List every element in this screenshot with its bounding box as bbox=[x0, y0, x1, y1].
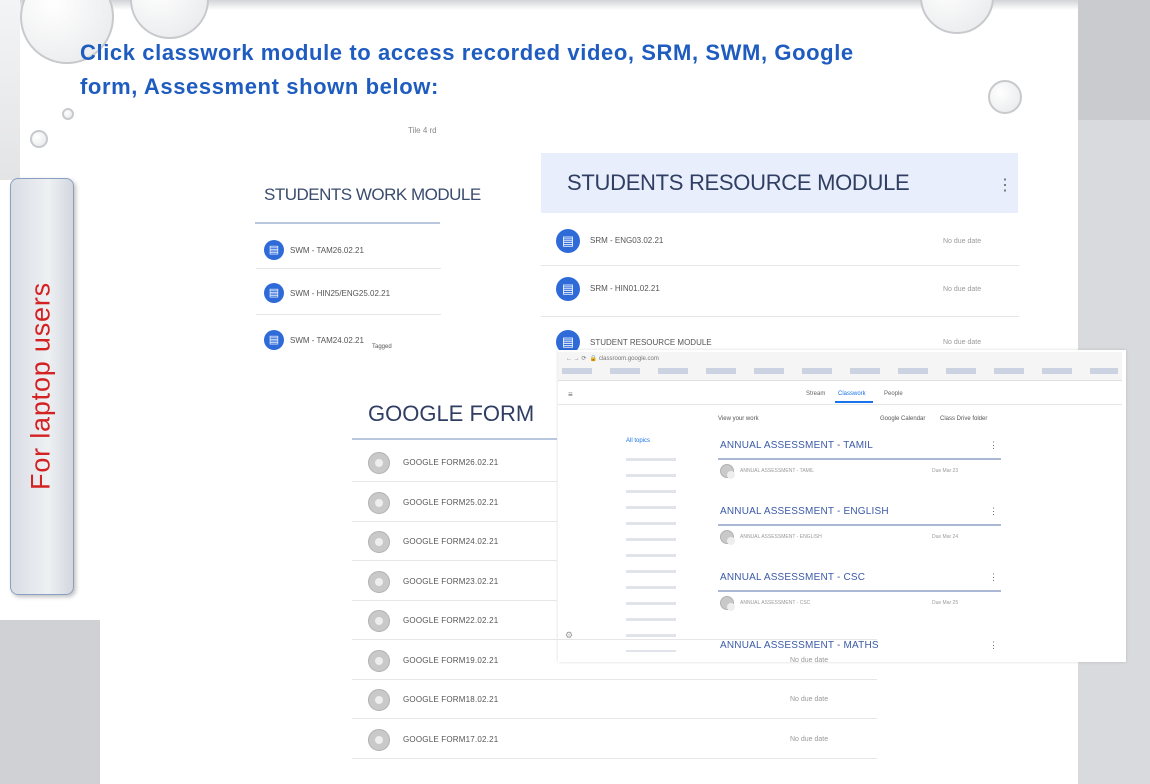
slide-left-bottom-band bbox=[0, 620, 100, 784]
assignment-icon: ▤ bbox=[264, 240, 284, 260]
assessment-due: Due Mar 24 bbox=[932, 534, 959, 540]
tabs-divider bbox=[558, 404, 1122, 405]
row-divider bbox=[352, 481, 557, 482]
assessment-due: Due Mar 25 bbox=[932, 600, 959, 606]
swm-title: STUDENTS WORK MODULE bbox=[264, 185, 481, 204]
assessment-title[interactable]: ANNUAL ASSESSMENT - MATHS bbox=[720, 640, 879, 651]
form-icon bbox=[368, 729, 390, 751]
google-form-item-label: GOOGLE FORM26.02.21 bbox=[403, 458, 499, 467]
more-options-icon[interactable]: ⋮ bbox=[989, 640, 998, 651]
row-divider bbox=[352, 560, 557, 561]
srm-title: STUDENTS RESOURCE MODULE bbox=[567, 170, 910, 195]
row-divider bbox=[541, 265, 1019, 266]
row-divider bbox=[352, 718, 877, 719]
srm-item-meta: No due date bbox=[943, 286, 982, 293]
assignment-icon: ▤ bbox=[556, 277, 580, 301]
address-bar[interactable]: ← → ⟳ 🔒 classroom.google.com bbox=[566, 355, 659, 362]
assessment-item[interactable]: ANNUAL ASSESSMENT - TAMIL bbox=[740, 468, 814, 474]
bookmark-bar bbox=[562, 368, 1118, 374]
assessment-item[interactable]: ANNUAL ASSESSMENT - ENGLISH bbox=[740, 534, 822, 540]
assessment-item[interactable]: ANNUAL ASSESSMENT - CSC bbox=[740, 600, 810, 606]
tab-people[interactable]: People bbox=[884, 391, 903, 397]
tab-classwork[interactable]: Classwork bbox=[838, 391, 866, 397]
assignment-icon: ▤ bbox=[264, 330, 284, 350]
form-icon bbox=[368, 452, 390, 474]
form-icon bbox=[368, 571, 390, 593]
row-divider bbox=[352, 758, 877, 759]
swm-item-label: SWM - TAM24.02.21 bbox=[290, 336, 364, 345]
assignment-icon: ▤ bbox=[264, 283, 284, 303]
tab-stream[interactable]: Stream bbox=[806, 391, 825, 397]
form-icon bbox=[368, 650, 390, 672]
row-divider bbox=[352, 639, 877, 640]
form-icon bbox=[368, 492, 390, 514]
row-divider bbox=[352, 521, 557, 522]
google-form-title: GOOGLE FORM bbox=[368, 401, 535, 426]
view-your-work-link[interactable]: View your work bbox=[718, 416, 759, 422]
assessment-title-underline bbox=[718, 458, 1001, 460]
google-form-item-meta: No due date bbox=[790, 696, 829, 703]
google-calendar-link[interactable]: Google Calendar bbox=[880, 416, 925, 422]
google-form-title-underline bbox=[352, 438, 557, 440]
more-options-icon[interactable]: ⋮ bbox=[989, 506, 998, 517]
row-divider bbox=[541, 316, 1019, 317]
row-divider bbox=[352, 679, 877, 680]
srm-item-label: SRM - ENG03.02.21 bbox=[590, 236, 664, 245]
assignment-icon: ▤ bbox=[556, 229, 580, 253]
droplet-decoration bbox=[30, 130, 48, 148]
google-form-item-label: GOOGLE FORM25.02.21 bbox=[403, 498, 499, 507]
row-divider bbox=[256, 314, 441, 315]
quiz-icon bbox=[720, 596, 735, 611]
assessment-title[interactable]: ANNUAL ASSESSMENT - CSC bbox=[720, 572, 865, 583]
form-icon bbox=[368, 610, 390, 632]
form-icon bbox=[368, 689, 390, 711]
swm-title-underline bbox=[255, 222, 440, 224]
google-form-item-meta: No due date bbox=[790, 657, 829, 664]
google-form-item-label: GOOGLE FORM22.02.21 bbox=[403, 616, 499, 625]
swm-item-label: SWM - HIN25/ENG25.02.21 bbox=[290, 289, 391, 298]
topics-header[interactable]: All topics bbox=[626, 438, 650, 444]
google-form-item-label: GOOGLE FORM24.02.21 bbox=[403, 537, 499, 546]
google-form-item-label: GOOGLE FORM17.02.21 bbox=[403, 735, 499, 744]
assessment-title[interactable]: ANNUAL ASSESSMENT - TAMIL bbox=[720, 440, 873, 451]
srm-item-label: SRM - HIN01.02.21 bbox=[590, 284, 660, 293]
classroom-menu-icon[interactable]: ≡ bbox=[568, 390, 573, 399]
more-options-icon[interactable]: ⋮ bbox=[989, 572, 998, 583]
cursor-label: Tagged bbox=[372, 344, 392, 350]
droplet-decoration bbox=[62, 108, 74, 120]
quiz-icon bbox=[720, 530, 735, 545]
topics-list bbox=[626, 452, 676, 652]
swm-item-label: SWM - TAM26.02.21 bbox=[290, 246, 364, 255]
more-options-icon[interactable]: ⋮ bbox=[989, 440, 998, 451]
assessment-title[interactable]: ANNUAL ASSESSMENT - ENGLISH bbox=[720, 506, 889, 517]
google-form-item-label: GOOGLE FORM18.02.21 bbox=[403, 695, 499, 704]
row-divider bbox=[352, 600, 557, 601]
tab-classwork-indicator bbox=[835, 401, 873, 403]
more-options-icon[interactable]: ⋮ bbox=[997, 175, 1013, 195]
assessment-title-underline bbox=[718, 524, 1001, 526]
assessment-title-underline bbox=[718, 590, 1001, 592]
quiz-icon bbox=[720, 464, 735, 479]
srm-item-meta: No due date bbox=[943, 238, 982, 245]
slide-left-band bbox=[0, 0, 20, 180]
class-drive-link[interactable]: Class Drive folder bbox=[940, 416, 987, 422]
slide-heading-line-2: form, Assessment shown below: bbox=[80, 74, 439, 99]
side-tab-label: For laptop users bbox=[25, 282, 56, 490]
form-icon bbox=[368, 531, 390, 553]
assessment-due: Due Mar 23 bbox=[932, 468, 959, 474]
srm-item-meta: No due date bbox=[943, 339, 982, 346]
swm-top-label: Tile 4 rd bbox=[408, 126, 437, 135]
google-form-item-meta: No due date bbox=[790, 736, 829, 743]
google-form-item-label: GOOGLE FORM19.02.21 bbox=[403, 656, 499, 665]
row-divider bbox=[256, 268, 441, 269]
slide-heading: Click classwork module to access recorde… bbox=[80, 36, 1000, 104]
slide-heading-line-1: Click classwork module to access recorde… bbox=[80, 40, 854, 65]
google-form-item-label: GOOGLE FORM23.02.21 bbox=[403, 577, 499, 586]
srm-item-label: STUDENT RESOURCE MODULE bbox=[590, 338, 712, 347]
